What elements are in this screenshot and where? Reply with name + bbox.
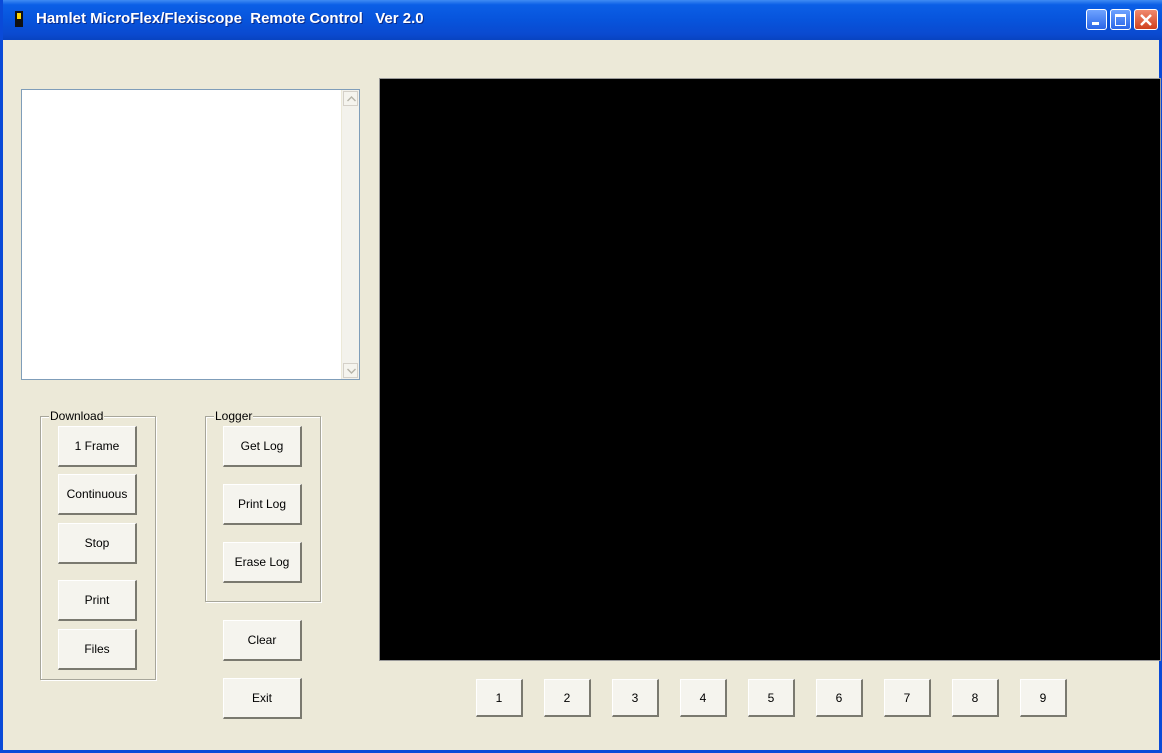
stop-button[interactable]: Stop bbox=[58, 523, 137, 564]
channel-button-8[interactable]: 8 bbox=[952, 679, 999, 717]
channel-button-1[interactable]: 1 bbox=[476, 679, 523, 717]
channel-button-7[interactable]: 7 bbox=[884, 679, 931, 717]
channel-button-4[interactable]: 4 bbox=[680, 679, 727, 717]
image-display bbox=[379, 78, 1161, 661]
continuous-button[interactable]: Continuous bbox=[58, 474, 137, 515]
channel-button-9[interactable]: 9 bbox=[1020, 679, 1067, 717]
app-icon bbox=[15, 11, 23, 27]
channel-button-6[interactable]: 6 bbox=[816, 679, 863, 717]
minimize-icon[interactable] bbox=[1086, 9, 1107, 30]
files-button[interactable]: Files bbox=[58, 629, 137, 670]
channel-button-5[interactable]: 5 bbox=[748, 679, 795, 717]
message-listbox[interactable] bbox=[21, 89, 360, 380]
download-group-label: Download bbox=[49, 409, 105, 423]
title-bar[interactable]: Hamlet MicroFlex/Flexiscope Remote Contr… bbox=[3, 0, 1162, 40]
get-log-button[interactable]: Get Log bbox=[223, 426, 302, 467]
erase-log-button[interactable]: Erase Log bbox=[223, 542, 302, 583]
exit-button[interactable]: Exit bbox=[223, 678, 302, 719]
channel-button-3[interactable]: 3 bbox=[612, 679, 659, 717]
logger-group-label: Logger bbox=[214, 409, 254, 423]
one-frame-button[interactable]: 1 Frame bbox=[58, 426, 137, 467]
scroll-up-arrow-icon[interactable] bbox=[343, 91, 358, 106]
print-log-button[interactable]: Print Log bbox=[223, 484, 302, 525]
main-window: Hamlet MicroFlex/Flexiscope Remote Contr… bbox=[0, 0, 1162, 753]
clear-button[interactable]: Clear bbox=[223, 620, 302, 661]
window-title: Hamlet MicroFlex/Flexiscope Remote Contr… bbox=[36, 10, 424, 27]
scroll-down-arrow-icon[interactable] bbox=[343, 363, 358, 378]
close-icon[interactable] bbox=[1134, 9, 1158, 30]
print-button[interactable]: Print bbox=[58, 580, 137, 621]
listbox-scrollbar[interactable] bbox=[341, 90, 359, 379]
maximize-icon[interactable] bbox=[1110, 9, 1131, 30]
channel-button-2[interactable]: 2 bbox=[544, 679, 591, 717]
